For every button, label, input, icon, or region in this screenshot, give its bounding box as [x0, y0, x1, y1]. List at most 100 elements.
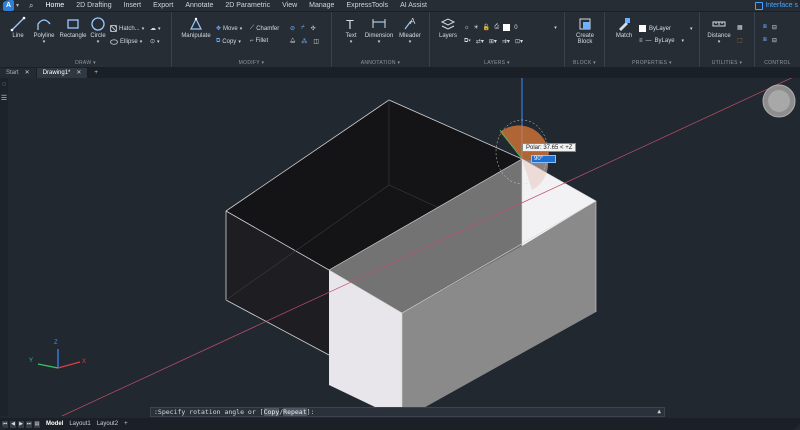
layers-panel-title[interactable]: LAYERS ▾: [430, 60, 564, 66]
utilities-panel-title[interactable]: UTILITIES ▾: [700, 60, 754, 66]
navigation-wheel-inner: [768, 90, 790, 112]
revcloud-dropdown-icon[interactable]: ▾: [158, 26, 161, 32]
layer-tool-2-icon[interactable]: ⇄▾: [476, 38, 484, 45]
trim-icon[interactable]: ⌿: [301, 25, 305, 32]
layer-tool-5-icon[interactable]: ⊡▾: [515, 38, 523, 45]
prev-layout-icon[interactable]: ◀: [10, 420, 16, 428]
tab-start[interactable]: Start ✕: [0, 68, 36, 78]
manipulate-button[interactable]: Manipulate: [180, 16, 212, 39]
move-label: Move: [223, 25, 238, 32]
view-navigation-wheel[interactable]: [762, 84, 796, 118]
annotation-panel-title[interactable]: ANNOTATION ▾: [332, 60, 429, 66]
layer-tool-4-icon[interactable]: ⇉▾: [502, 38, 510, 45]
draw-panel-title[interactable]: DRAW ▾: [0, 60, 171, 66]
app-window: A ▾ ⌕ Home 2D Drafting Insert Export Ann…: [0, 0, 800, 430]
chamfer-button[interactable]: ⟋ Chamfer: [250, 25, 279, 32]
tab-2d-parametric[interactable]: 2D Parametric: [219, 0, 276, 11]
copy-button[interactable]: ⧉ Copy ▾: [216, 38, 241, 45]
dimension-button[interactable]: Dimension ▾: [362, 16, 396, 45]
move-button[interactable]: ✥ Move ▾: [216, 25, 242, 33]
command-option-copy[interactable]: Copy: [263, 408, 280, 416]
rectangle-button[interactable]: Rectangle: [58, 16, 88, 39]
tab-layout2[interactable]: Layout2: [97, 421, 118, 427]
tab-annotate[interactable]: Annotate: [179, 0, 219, 11]
text-button[interactable]: T Text ▾: [340, 16, 362, 45]
mirror-icon[interactable]: ⧋: [290, 38, 295, 45]
revcloud-button[interactable]: ☁ ▾: [150, 25, 161, 33]
interface-icon: [755, 1, 764, 10]
circle-button[interactable]: Circle ▾: [88, 16, 108, 45]
match-button[interactable]: Match: [611, 16, 637, 39]
circle-dropdown-icon[interactable]: ▾: [88, 39, 108, 45]
tab-view[interactable]: View: [276, 0, 303, 11]
next-layout-icon[interactable]: ▶: [18, 420, 24, 428]
lightbulb-icon[interactable]: ◌: [0, 81, 8, 88]
ellipse-button[interactable]: Ellipse ▾: [110, 38, 142, 46]
line-button[interactable]: Line: [6, 16, 30, 39]
interface-switch[interactable]: Interface s: [755, 0, 798, 11]
first-layout-icon[interactable]: ⏮: [2, 420, 8, 428]
erase-icon[interactable]: ◫: [313, 38, 319, 45]
quick-select-button[interactable]: ⬚: [737, 37, 743, 44]
hatch-dropdown-icon[interactable]: ▾: [142, 26, 145, 32]
model-space-canvas[interactable]: [8, 78, 800, 416]
app-menu-chevron-icon[interactable]: ▾: [16, 2, 19, 9]
command-history-toggle-icon[interactable]: ▲: [657, 408, 661, 416]
new-tab-button[interactable]: +: [88, 68, 104, 78]
explode-icon[interactable]: ✣: [311, 25, 316, 32]
layers-button[interactable]: Layers: [436, 16, 460, 39]
match-properties-icon: [619, 18, 630, 31]
polyline-dropdown-icon[interactable]: ▾: [30, 39, 58, 45]
tab-layout1[interactable]: Layout1: [69, 421, 90, 427]
block-panel-title[interactable]: BLOCK ▾: [565, 60, 604, 66]
last-layout-icon[interactable]: ⏭: [26, 420, 32, 428]
polyline-button[interactable]: Polyline ▾: [30, 16, 58, 45]
point-dropdown-icon[interactable]: ▾: [157, 39, 160, 45]
tab-model[interactable]: Model: [46, 421, 63, 427]
color-dropdown[interactable]: ByLayer ▾: [639, 25, 693, 32]
modify-panel-title[interactable]: MODIFY ▾: [172, 60, 331, 66]
rotate-icon[interactable]: ⊘: [290, 25, 295, 32]
tab-ai-assist[interactable]: AI Assist: [394, 0, 433, 11]
tab-home[interactable]: Home: [39, 0, 71, 12]
point-button[interactable]: ⊙ ▾: [150, 38, 160, 46]
layer-tool-1-icon[interactable]: ⧉▾: [464, 38, 471, 45]
quick-select-icon: ⬚: [737, 38, 743, 44]
tab-expresstools[interactable]: ExpressTools: [340, 0, 394, 11]
layer-dropdown[interactable]: ☼ ☀ 🔓 ⎙ 0 ▾: [464, 24, 557, 31]
properties-strip-icon[interactable]: ☰: [0, 94, 8, 102]
app-logo[interactable]: A: [3, 0, 14, 11]
rotation-angle-input[interactable]: 90°: [531, 155, 556, 163]
add-layout-button[interactable]: +: [124, 421, 128, 427]
ellipse-dropdown-icon[interactable]: ▾: [140, 39, 143, 45]
tab-manage[interactable]: Manage: [303, 0, 340, 11]
calculator-button[interactable]: ▦: [737, 24, 743, 31]
distance-icon: [712, 21, 726, 27]
tab-2d-drafting[interactable]: 2D Drafting: [70, 0, 117, 11]
command-option-repeat[interactable]: Repeat: [283, 408, 307, 416]
create-block-button[interactable]: Create Block: [569, 16, 601, 45]
layer-tool-3-icon[interactable]: ⊞▾: [489, 38, 497, 45]
distance-button[interactable]: Distance ▾: [704, 16, 734, 45]
properties-panel-title[interactable]: PROPERTIES ▾: [605, 60, 699, 66]
tab-drawing1[interactable]: Drawing1* ✕: [36, 68, 88, 78]
search-icon[interactable]: ⌕: [29, 1, 33, 11]
command-line[interactable]: :Specify rotation angle or [Copy/Repeat]…: [150, 407, 665, 417]
layer-print-icon: ⎙: [494, 24, 500, 30]
control-tool-3-icon[interactable]: ⧈: [763, 37, 767, 44]
control-tool-4-icon[interactable]: ⊟: [772, 37, 777, 44]
tab-export[interactable]: Export: [147, 0, 179, 11]
ribbon: Line Polyline ▾ Rectangle Circle ▾ Hatch…: [0, 11, 800, 68]
tab-start-close-icon[interactable]: ✕: [25, 68, 30, 78]
fillet-button[interactable]: ⌐ Fillet: [250, 38, 268, 44]
mleader-button[interactable]: A Mleader ▾: [396, 16, 424, 45]
control-tool-2-icon[interactable]: ⊟: [772, 24, 777, 31]
hatch-button[interactable]: Hatch... ▾: [110, 25, 144, 32]
control-tool-1-icon[interactable]: ⧈: [763, 24, 767, 31]
layout-list-icon[interactable]: ▤: [34, 420, 40, 428]
array-icon[interactable]: ⁂: [301, 38, 307, 45]
tab-insert[interactable]: Insert: [118, 0, 148, 11]
drawing-viewport[interactable]: Z X Y: [8, 78, 800, 416]
linetype-dropdown[interactable]: ≡ — ByLaye ▾: [639, 38, 684, 44]
tab-drawing1-close-icon[interactable]: ✕: [76, 68, 81, 78]
